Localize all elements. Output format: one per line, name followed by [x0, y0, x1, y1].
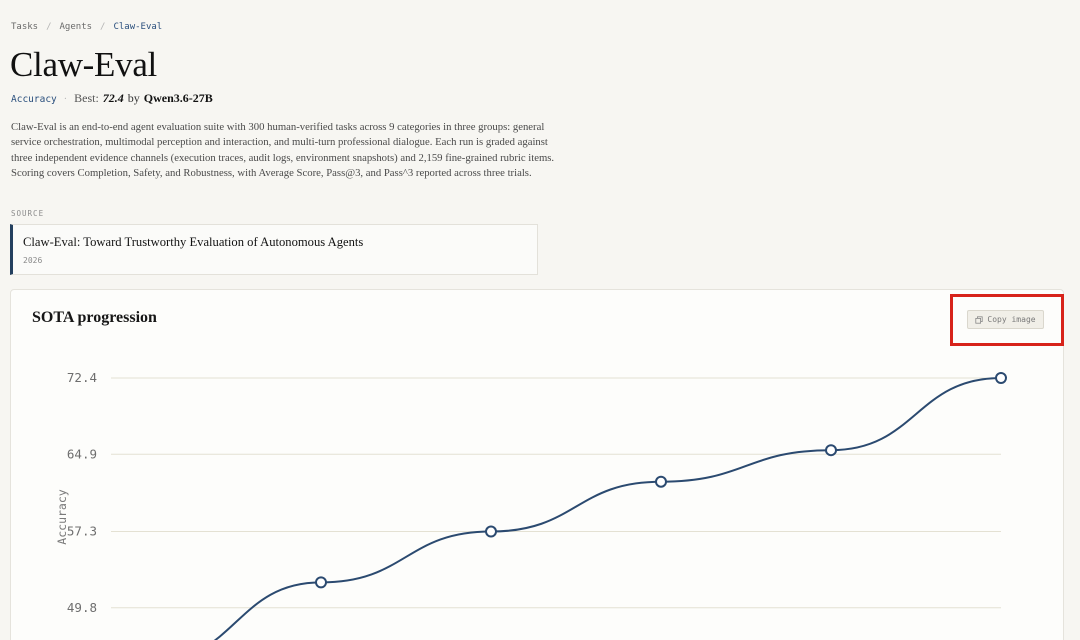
breadcrumb-separator: / [46, 22, 52, 32]
task-description: Claw-Eval is an end-to-end agent evaluat… [11, 121, 555, 179]
data-point [485, 525, 497, 538]
breadcrumb-item-agents[interactable]: Agents [60, 22, 93, 32]
data-point [825, 444, 837, 457]
source-title[interactable]: Claw-Eval: Toward Trustworthy Evaluation… [23, 235, 363, 250]
breadcrumb-item-current: Claw-Eval [113, 22, 163, 32]
best-result-line: Accuracy · Best: 72.4 by Qwen3.6-27B [11, 91, 213, 106]
series-line [213, 377, 1002, 640]
source-year: 2026 [23, 256, 43, 265]
best-value: 72.4 [102, 91, 124, 105]
breadcrumb-item-tasks[interactable]: Tasks [11, 22, 38, 32]
best-label: Best: [74, 91, 99, 105]
source-card[interactable]: Claw-Eval: Toward Trustworthy Evaluation… [10, 224, 538, 275]
sota-chart-panel: SOTA progression Copy image 72.4 64.9 57.3… [10, 289, 1064, 640]
y-axis-label: Accuracy [55, 489, 69, 544]
sota-chart: 72.4 64.9 57.3 49.8 Accuracy [55, 370, 1007, 640]
breadcrumb-separator: / [100, 22, 106, 32]
meta-separator: · [63, 94, 68, 105]
data-point [995, 372, 1007, 384]
y-tick-label: 72.4 [67, 370, 97, 385]
by-label: by [127, 91, 140, 105]
source-label: SOURCE [11, 209, 45, 218]
y-tick-label: 64.9 [67, 446, 97, 461]
metric-tag[interactable]: Accuracy [11, 94, 57, 105]
y-tick-label: 49.8 [67, 600, 97, 615]
data-point [655, 475, 667, 488]
breadcrumb: Tasks / Agents / Claw-Eval [11, 22, 162, 32]
y-tick-label: 57.3 [67, 524, 97, 539]
page-title: Claw-Eval [10, 45, 157, 84]
best-model: Qwen3.6-27B [143, 91, 213, 105]
data-point [315, 576, 327, 589]
